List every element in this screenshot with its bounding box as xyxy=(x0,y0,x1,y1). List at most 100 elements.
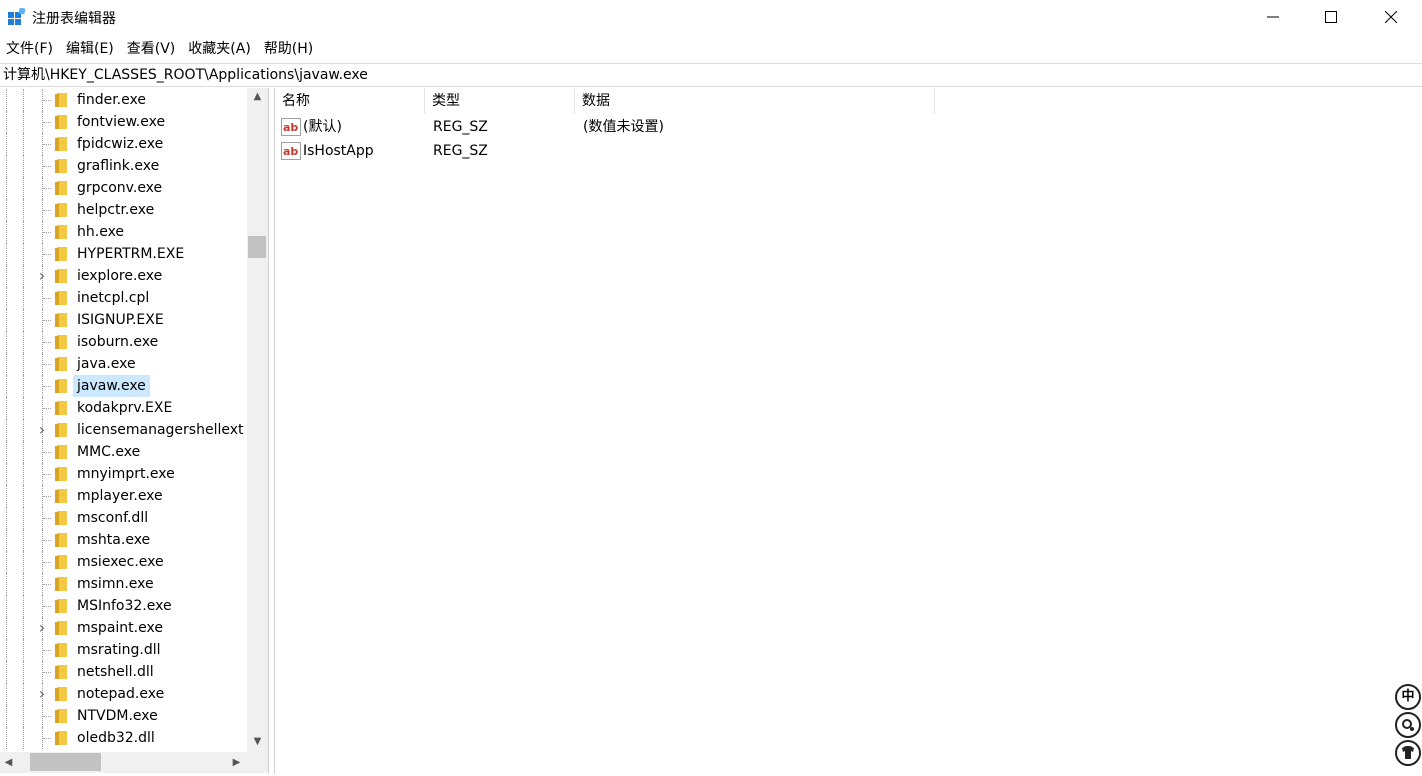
chevron-right-icon[interactable]: › xyxy=(36,268,48,284)
maximize-icon xyxy=(1325,11,1337,23)
folder-icon xyxy=(55,423,67,437)
tree-item[interactable]: helpctr.exe xyxy=(0,199,247,221)
tree-item[interactable]: mnyimprt.exe xyxy=(0,463,247,485)
folder-icon xyxy=(55,533,67,547)
folder-icon xyxy=(55,93,67,107)
tree-connector-lines xyxy=(0,133,60,155)
tree-item[interactable]: finder.exe xyxy=(0,89,247,111)
folder-icon xyxy=(55,137,67,151)
maximize-button[interactable] xyxy=(1308,0,1354,34)
tree-item[interactable]: mshta.exe xyxy=(0,529,247,551)
tree-item[interactable]: › notepad.exe xyxy=(0,683,247,705)
tree-item-label: mplayer.exe xyxy=(77,488,163,504)
tree-vertical-scroll-thumb[interactable] xyxy=(248,236,266,258)
value-name: (默认) xyxy=(303,119,342,135)
column-header-type[interactable]: 类型 xyxy=(425,88,575,114)
scroll-left-icon[interactable]: ◀ xyxy=(0,752,17,773)
ime-skin-icon[interactable] xyxy=(1395,740,1421,766)
tree-item[interactable]: fpidcwiz.exe xyxy=(0,133,247,155)
tree-item[interactable]: msiexec.exe xyxy=(0,551,247,573)
registry-tree[interactable]: finder.exe fontview.exe fpidcwiz.exe grafli… xyxy=(0,88,269,774)
tree-item[interactable]: MSInfo32.exe xyxy=(0,595,247,617)
tree-horizontal-scrollbar[interactable]: ◀ ▶ xyxy=(0,752,247,773)
tree-connector-lines xyxy=(0,441,60,463)
tree-item[interactable]: HYPERTRM.EXE xyxy=(0,243,247,265)
tree-connector-lines xyxy=(0,155,60,177)
tree-item[interactable]: MMC.exe xyxy=(0,441,247,463)
folder-icon xyxy=(55,731,67,745)
tree-item[interactable]: msconf.dll xyxy=(0,507,247,529)
tree-item[interactable]: msimn.exe xyxy=(0,573,247,595)
tree-item[interactable]: java.exe xyxy=(0,353,247,375)
tree-item[interactable]: › iexplore.exe xyxy=(0,265,247,287)
scroll-up-icon[interactable]: ▲ xyxy=(247,88,268,105)
close-button[interactable] xyxy=(1368,0,1414,34)
values-list[interactable]: 名称 类型 数据 ab (默认) REG_SZ (数值未设置) ab IsHos… xyxy=(274,88,1422,774)
chevron-right-icon[interactable]: › xyxy=(36,686,48,702)
tree-item[interactable]: msrating.dll xyxy=(0,639,247,661)
tree-item[interactable]: netshell.dll xyxy=(0,661,247,683)
scroll-right-icon[interactable]: ▶ xyxy=(228,752,245,773)
folder-icon xyxy=(55,599,67,613)
string-value-icon: ab xyxy=(281,118,301,136)
tree-connector-lines xyxy=(0,573,60,595)
tree-item[interactable]: fontview.exe xyxy=(0,111,247,133)
menu-bar: 文件(F) 编辑(E) 查看(V) 收藏夹(A) 帮助(H) xyxy=(0,37,1422,61)
tree-item[interactable]: javaw.exe xyxy=(0,375,247,397)
chevron-right-icon[interactable]: › xyxy=(36,422,48,438)
menu-edit[interactable]: 编辑(E) xyxy=(60,37,121,61)
svg-text:ab: ab xyxy=(283,145,298,158)
tree-connector-lines xyxy=(0,331,60,353)
tree-item[interactable]: oledb32.dll xyxy=(0,727,247,749)
tree-connector-lines xyxy=(0,177,60,199)
menu-help[interactable]: 帮助(H) xyxy=(258,37,320,61)
minimize-button[interactable] xyxy=(1250,0,1296,34)
tree-connector-lines xyxy=(0,595,60,617)
registry-editor-app-icon xyxy=(8,8,26,25)
tree-vertical-scrollbar[interactable]: ▲ ▼ xyxy=(247,88,268,752)
value-type: REG_SZ xyxy=(433,143,488,159)
tree-item[interactable]: hh.exe xyxy=(0,221,247,243)
tree-connector-lines xyxy=(0,89,60,111)
tree-item[interactable]: › mspaint.exe xyxy=(0,617,247,639)
tree-connector-lines xyxy=(0,199,60,221)
tree-item[interactable]: mplayer.exe xyxy=(0,485,247,507)
ime-settings-icon[interactable] xyxy=(1395,712,1421,738)
column-header-data[interactable]: 数据 xyxy=(575,88,935,114)
tree-item-label: isoburn.exe xyxy=(77,334,159,350)
tree-connector-lines xyxy=(0,243,60,265)
tree-item[interactable]: inetcpl.cpl xyxy=(0,287,247,309)
svg-text:ab: ab xyxy=(283,121,298,134)
scroll-down-icon[interactable]: ▼ xyxy=(247,733,268,750)
menu-view[interactable]: 查看(V) xyxy=(121,37,183,61)
tree-item[interactable]: › licensemanagershellext xyxy=(0,419,247,441)
tree-item[interactable]: grpconv.exe xyxy=(0,177,247,199)
string-value-icon: ab xyxy=(281,142,301,160)
tree-item[interactable]: ISIGNUP.EXE xyxy=(0,309,247,331)
chevron-right-icon[interactable]: › xyxy=(36,620,48,636)
ime-chinese-mode-button[interactable]: 中 xyxy=(1395,684,1421,710)
tree-item[interactable]: graflink.exe xyxy=(0,155,247,177)
tree-item[interactable]: kodakprv.EXE xyxy=(0,397,247,419)
tree-connector-lines xyxy=(0,639,60,661)
address-bar[interactable]: 计算机\HKEY_CLASSES_ROOT\Applications\javaw… xyxy=(0,63,1422,87)
tree-item-label: msimn.exe xyxy=(77,576,154,592)
tree-item-label: MMC.exe xyxy=(77,444,141,460)
tree-connector-lines xyxy=(0,463,60,485)
tree-horizontal-scroll-thumb[interactable] xyxy=(30,753,101,771)
menu-file[interactable]: 文件(F) xyxy=(0,37,60,61)
folder-icon xyxy=(55,665,67,679)
value-row[interactable]: ab IsHostApp REG_SZ xyxy=(275,139,975,163)
value-data: (数值未设置) xyxy=(583,119,664,135)
folder-icon xyxy=(55,379,67,393)
tree-item[interactable]: isoburn.exe xyxy=(0,331,247,353)
tree-item-label: licensemanagershellext xyxy=(77,422,244,438)
value-row[interactable]: ab (默认) REG_SZ (数值未设置) xyxy=(275,115,975,139)
column-header-name[interactable]: 名称 xyxy=(275,88,425,114)
folder-icon xyxy=(55,709,67,723)
tree-item-label: msconf.dll xyxy=(77,510,149,526)
tree-item[interactable]: NTVDM.exe xyxy=(0,705,247,727)
tree-item-label: graflink.exe xyxy=(77,158,160,174)
tree-item-label: finder.exe xyxy=(77,92,146,108)
menu-favorites[interactable]: 收藏夹(A) xyxy=(182,37,258,61)
